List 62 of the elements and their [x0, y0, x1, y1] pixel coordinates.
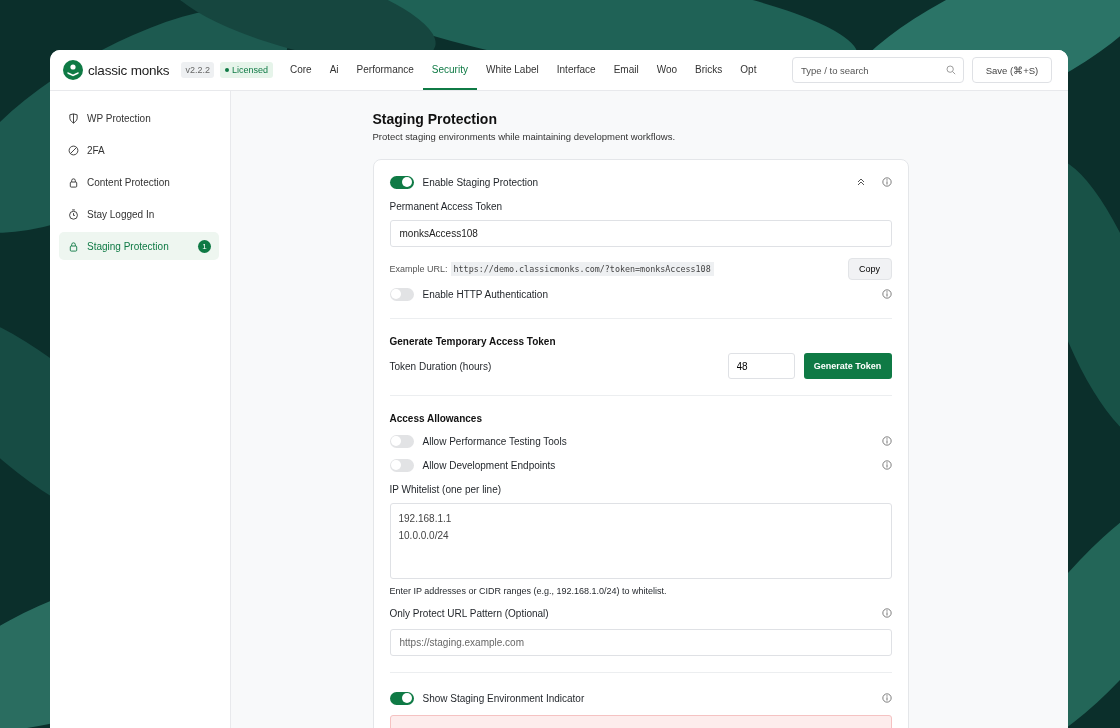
info-icon[interactable] — [881, 289, 892, 299]
search-field[interactable]: Type / to search — [792, 57, 964, 83]
info-icon[interactable] — [881, 436, 892, 446]
help-text: Enter IP addresses or CIDR ranges (e.g., 192.168.1.0/24) to whitelist. — [389, 586, 668, 596]
toggle-label: Allow Performance Testing Tools — [422, 435, 567, 447]
info-icon[interactable] — [881, 693, 892, 703]
toggle-switch[interactable] — [389, 458, 414, 472]
toggle-label: Allow Development Endpoints — [422, 459, 556, 471]
logo-text: classic monks — [88, 62, 170, 78]
license-badge: Licensed — [219, 62, 273, 78]
nav-tab[interactable]: Interface — [547, 50, 605, 90]
collapse-icon[interactable] — [855, 177, 866, 187]
url-pattern-field[interactable]: https://staging.example.com — [389, 629, 892, 656]
toggle-label: Enable HTTP Authentication — [422, 288, 548, 300]
sidebar-item[interactable]: Content Protection — [59, 168, 219, 196]
sidebar-item[interactable]: Staging Protection 1 — [59, 232, 219, 260]
toggle-switch[interactable] — [389, 287, 414, 301]
example-label: Example URL: — [389, 264, 448, 274]
shield-icon — [68, 112, 79, 124]
nav-tab[interactable]: Email — [604, 50, 648, 90]
page-subtitle: Protect staging environments while maintaining development workflows. — [372, 131, 677, 142]
nav-tab[interactable]: Security — [422, 50, 477, 90]
search-icon — [946, 65, 956, 75]
save-button[interactable]: Save (⌘+S) — [972, 57, 1052, 83]
nav-tab[interactable]: Ai — [320, 50, 348, 90]
example-url: https://demo.classicmonks.com/?token=monksAccess108 — [450, 262, 714, 276]
nav-tab[interactable]: Performance — [347, 50, 423, 90]
field-label: Token Duration (hours) — [389, 360, 492, 372]
lock-icon — [68, 240, 79, 252]
nav-tab[interactable]: Opt — [731, 50, 759, 90]
toggle-label: Enable Staging Protection — [422, 176, 539, 188]
version-badge: v2.2.2 — [181, 62, 214, 78]
count-badge: 1 — [198, 239, 211, 253]
toggle-switch[interactable] — [389, 175, 414, 189]
lock-icon — [68, 176, 79, 188]
sidebar-item[interactable]: Stay Logged In — [59, 200, 219, 228]
toggle-switch[interactable] — [389, 691, 414, 705]
nav-tab[interactable]: Bricks — [686, 50, 732, 90]
sidebar-item[interactable]: 2FA — [59, 136, 219, 164]
field-label: Only Protect URL Pattern (Optional) — [389, 607, 549, 619]
prohibited-icon — [68, 144, 79, 156]
stopwatch-icon — [68, 208, 79, 220]
logo-icon — [63, 60, 83, 80]
ip-whitelist-field[interactable]: 192.168.1.1 10.0.0.0/24 — [389, 503, 892, 579]
section-heading: Generate Temporary Access Token — [389, 336, 557, 347]
page-title: Staging Protection — [372, 111, 498, 127]
nav-tab[interactable]: Core — [281, 50, 321, 90]
section-heading: Access Allowances — [389, 413, 483, 424]
info-icon[interactable] — [881, 177, 892, 187]
field-label: IP Whitelist (one per line) — [389, 484, 503, 495]
duration-field[interactable]: 48 — [727, 353, 795, 379]
copy-button[interactable]: Copy — [847, 258, 892, 280]
token-field[interactable]: monksAccess108 — [389, 220, 892, 247]
nav-tab[interactable]: Woo — [647, 50, 687, 90]
sidebar-item[interactable]: WP Protection — [59, 104, 219, 132]
generate-token-button[interactable]: Generate Token — [803, 353, 892, 379]
field-label: Permanent Access Token — [389, 201, 504, 212]
info-icon[interactable] — [881, 460, 892, 470]
toggle-label: Show Staging Environment Indicator — [422, 692, 585, 704]
info-icon[interactable] — [881, 608, 892, 618]
toggle-switch[interactable] — [389, 434, 414, 448]
nav-tab[interactable]: White Label — [476, 50, 548, 90]
